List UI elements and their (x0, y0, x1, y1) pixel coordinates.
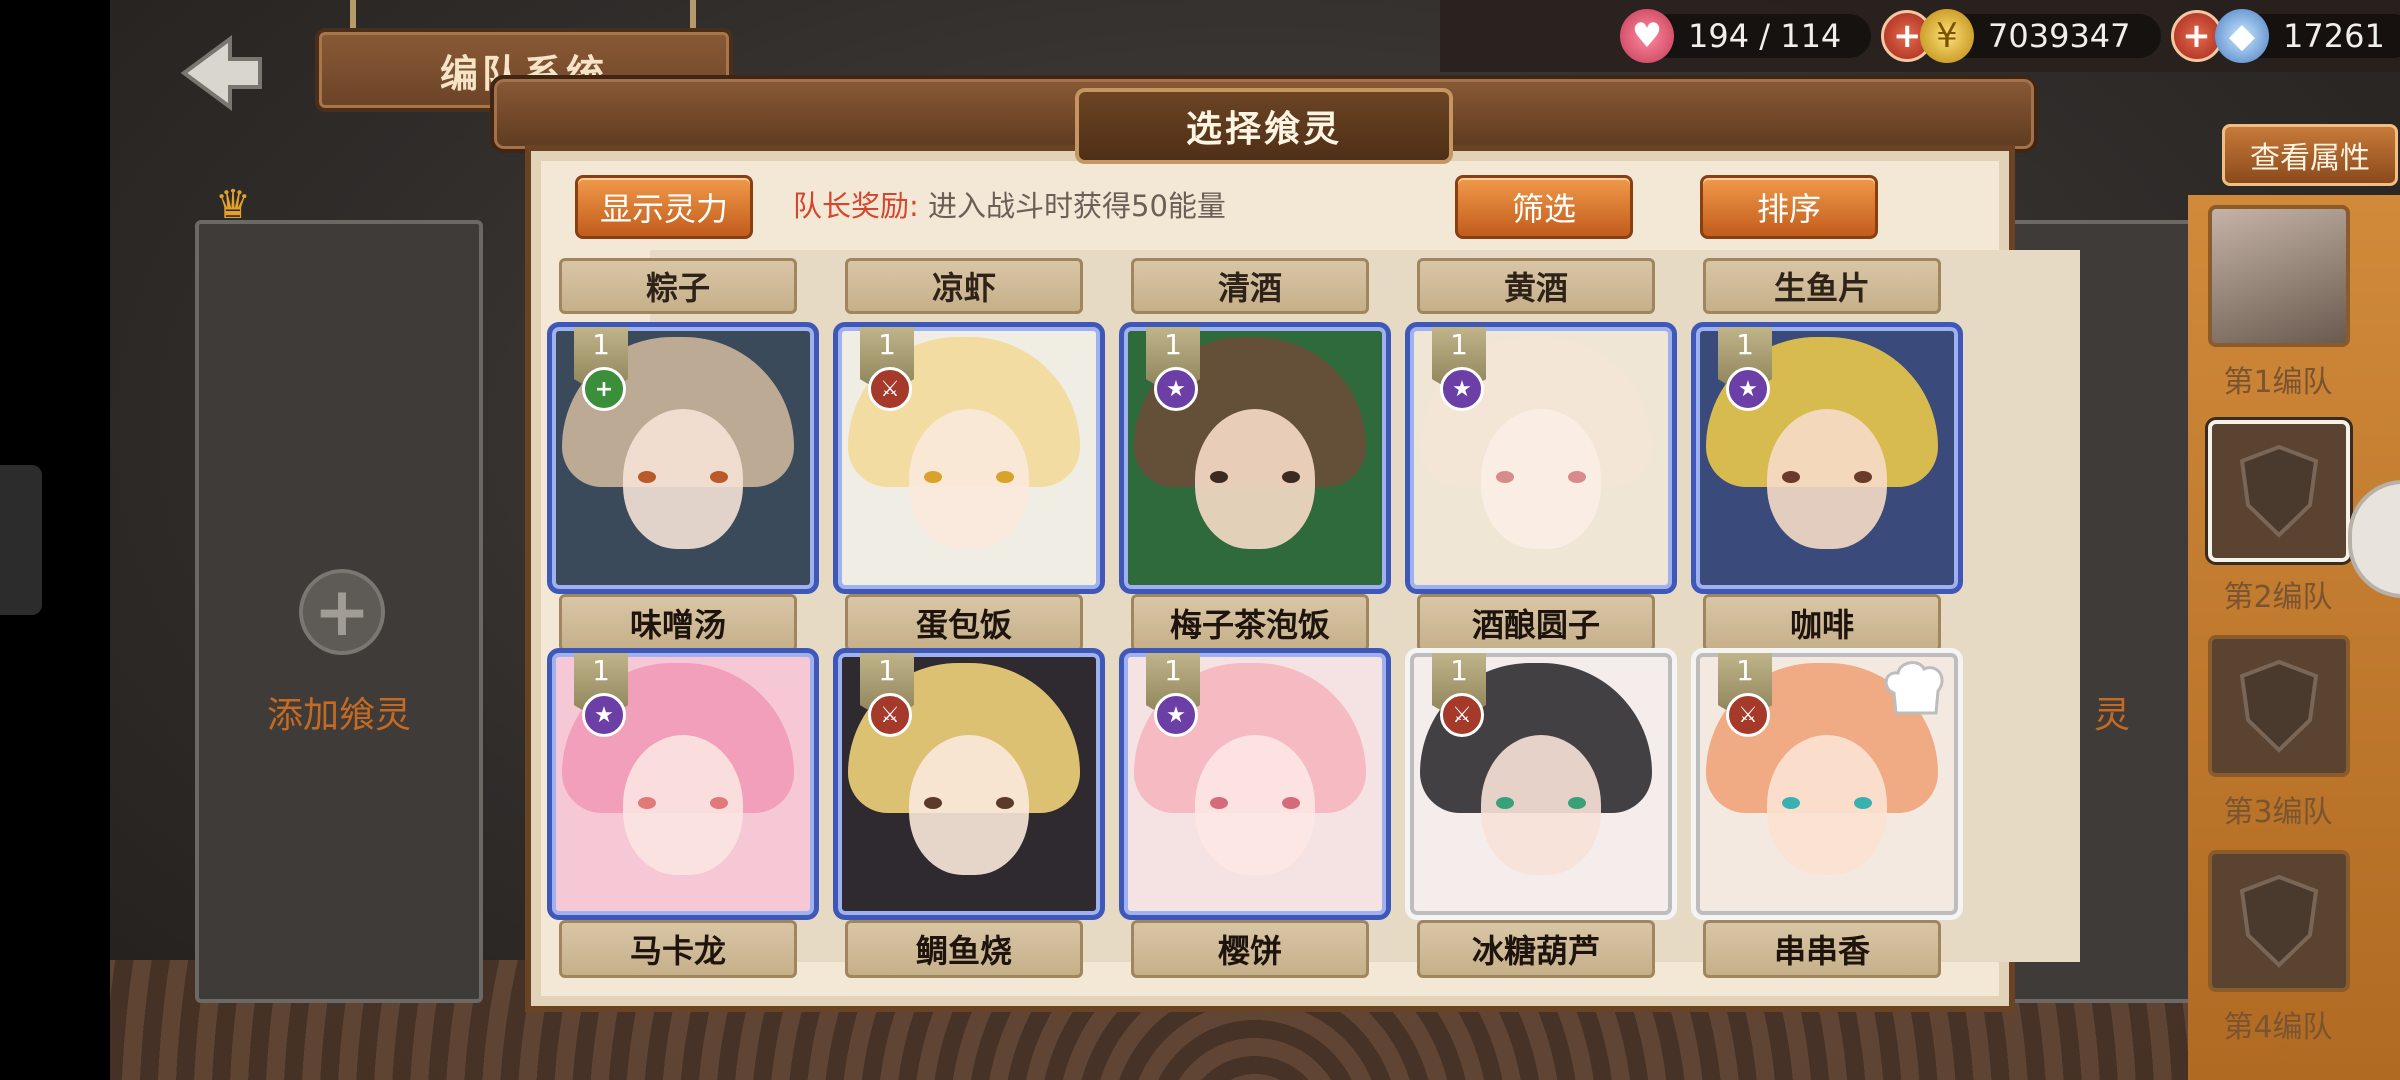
spirit-slot[interactable]: 1 ⚔ 串串香 (1691, 640, 1963, 978)
spirit-slot[interactable]: 1 ⚔ 鲷鱼烧 (833, 640, 1105, 978)
shield-icon (2208, 420, 2350, 562)
team-3[interactable]: 第3编队 (2208, 635, 2350, 831)
add-spirit-label: 添加飨灵 (266, 695, 411, 736)
team-4-label: 第4编队 (2223, 1010, 2333, 1045)
team-1-portrait (2208, 205, 2350, 347)
portrait-eyes (1210, 471, 1300, 484)
plus-icon[interactable]: + (299, 569, 385, 655)
heart-icon: ♥ (1620, 9, 1674, 63)
spirit-slot[interactable]: 凉虾 1 ⚔ 蛋包饭 (833, 258, 1105, 652)
view-attributes-button[interactable]: 查看属性 (2222, 124, 2398, 186)
add-spirit-label-fragment: 灵 (2094, 695, 2131, 736)
resource-bar: ♥ 194 / 114 + ¥ 7039347 + ◆ 17261 + (1440, 0, 2400, 72)
spirit-name: 马卡龙 (559, 920, 797, 978)
portrait-eyes (1782, 471, 1872, 484)
team-2[interactable]: 第2编队 (2208, 420, 2350, 616)
spirit-slot[interactable]: 1 ⚔ 冰糖葫芦 (1405, 640, 1677, 978)
leader-slot[interactable]: + 添加飨灵 (195, 220, 483, 1003)
show-power-button[interactable]: 显示灵力 (575, 175, 753, 239)
element-badge-icon: ⚔ (1440, 693, 1484, 737)
spirit-slot[interactable]: 黄酒 1 ★ 酒酿圆子 (1405, 258, 1677, 652)
spirit-card[interactable]: 1 ★ (1691, 322, 1963, 594)
shield-icon (2208, 850, 2350, 992)
portrait-eyes (638, 797, 728, 810)
back-arrow-icon[interactable] (165, 30, 275, 115)
spirit-name: 鲷鱼烧 (845, 920, 1083, 978)
spirit-slot[interactable]: 粽子 1 + 味噌汤 (547, 258, 819, 652)
spirit-card[interactable]: 1 ★ (547, 648, 819, 920)
category-label: 粽子 (559, 258, 797, 314)
portrait-eyes (1496, 797, 1586, 810)
team-3-label: 第3编队 (2223, 795, 2333, 830)
coin-icon: ¥ (1920, 9, 1974, 63)
filter-button[interactable]: 筛选 (1455, 175, 1633, 239)
team-2-label: 第2编队 (2223, 580, 2333, 615)
gem-icon: ◆ (2215, 9, 2269, 63)
spirit-card[interactable]: 1 + (547, 322, 819, 594)
portrait-eyes (1782, 797, 1872, 810)
category-label: 清酒 (1131, 258, 1369, 314)
gem-resource: ◆ 17261 + (2215, 9, 2400, 63)
portrait-eyes (1210, 797, 1300, 810)
element-badge-icon: ⚔ (868, 367, 912, 411)
sort-button[interactable]: 排序 (1700, 175, 1878, 239)
game-screen: 编队系统 ♥ 194 / 114 + ¥ 7039347 + ◆ 17261 +… (110, 0, 2400, 1080)
leader-bonus: 队长奖励: 进入战斗时获得50能量 (793, 183, 1226, 225)
element-badge-icon: ★ (1154, 367, 1198, 411)
chef-hat-icon (1884, 661, 1944, 715)
spirit-name: 串串香 (1703, 920, 1941, 978)
element-badge-icon: ★ (1726, 367, 1770, 411)
portrait-eyes (1496, 471, 1586, 484)
team-1[interactable]: 第1编队 (2208, 205, 2350, 401)
leader-bonus-key: 队长奖励: (793, 189, 919, 223)
element-badge-icon: ★ (582, 693, 626, 737)
spirit-name: 樱饼 (1131, 920, 1369, 978)
spirit-slot[interactable]: 清酒 1 ★ 梅子茶泡饭 (1119, 258, 1391, 652)
element-badge-icon: + (582, 367, 626, 411)
spirit-card[interactable]: 1 ★ (1119, 322, 1391, 594)
category-label: 生鱼片 (1703, 258, 1941, 314)
spirit-slot[interactable]: 生鱼片 1 ★ 咖啡 (1691, 258, 1963, 652)
category-label: 黄酒 (1417, 258, 1655, 314)
spirit-card[interactable]: 1 ★ (1119, 648, 1391, 920)
element-badge-icon: ★ (1154, 693, 1198, 737)
element-badge-icon: ⚔ (1726, 693, 1770, 737)
spirit-card[interactable]: 1 ★ (1405, 322, 1677, 594)
spirit-card[interactable]: 1 ⚔ (1691, 648, 1963, 920)
spirit-slot[interactable]: 1 ★ 樱饼 (1119, 640, 1391, 978)
coin-resource: ¥ 7039347 + (1920, 9, 2223, 63)
portrait-eyes (924, 471, 1014, 484)
team-4[interactable]: 第4编队 (2208, 850, 2350, 1046)
team-1-label: 第1编队 (2223, 365, 2333, 400)
element-badge-icon: ⚔ (868, 693, 912, 737)
shield-icon (2208, 635, 2350, 777)
modal-title: 选择飨灵 (1075, 88, 1453, 164)
spirit-card[interactable]: 1 ⚔ (833, 322, 1105, 594)
portrait-eyes (638, 471, 728, 484)
category-label: 凉虾 (845, 258, 1083, 314)
spirit-slot[interactable]: 1 ★ 马卡龙 (547, 640, 819, 978)
portrait-eyes (924, 797, 1014, 810)
stamina-resource: ♥ 194 / 114 + (1620, 9, 1934, 63)
edge-handle[interactable] (0, 465, 42, 615)
spirit-name: 冰糖葫芦 (1417, 920, 1655, 978)
spirit-card[interactable]: 1 ⚔ (1405, 648, 1677, 920)
leader-bonus-text: 进入战斗时获得50能量 (928, 189, 1226, 223)
element-badge-icon: ★ (1440, 367, 1484, 411)
spirit-card[interactable]: 1 ⚔ (833, 648, 1105, 920)
